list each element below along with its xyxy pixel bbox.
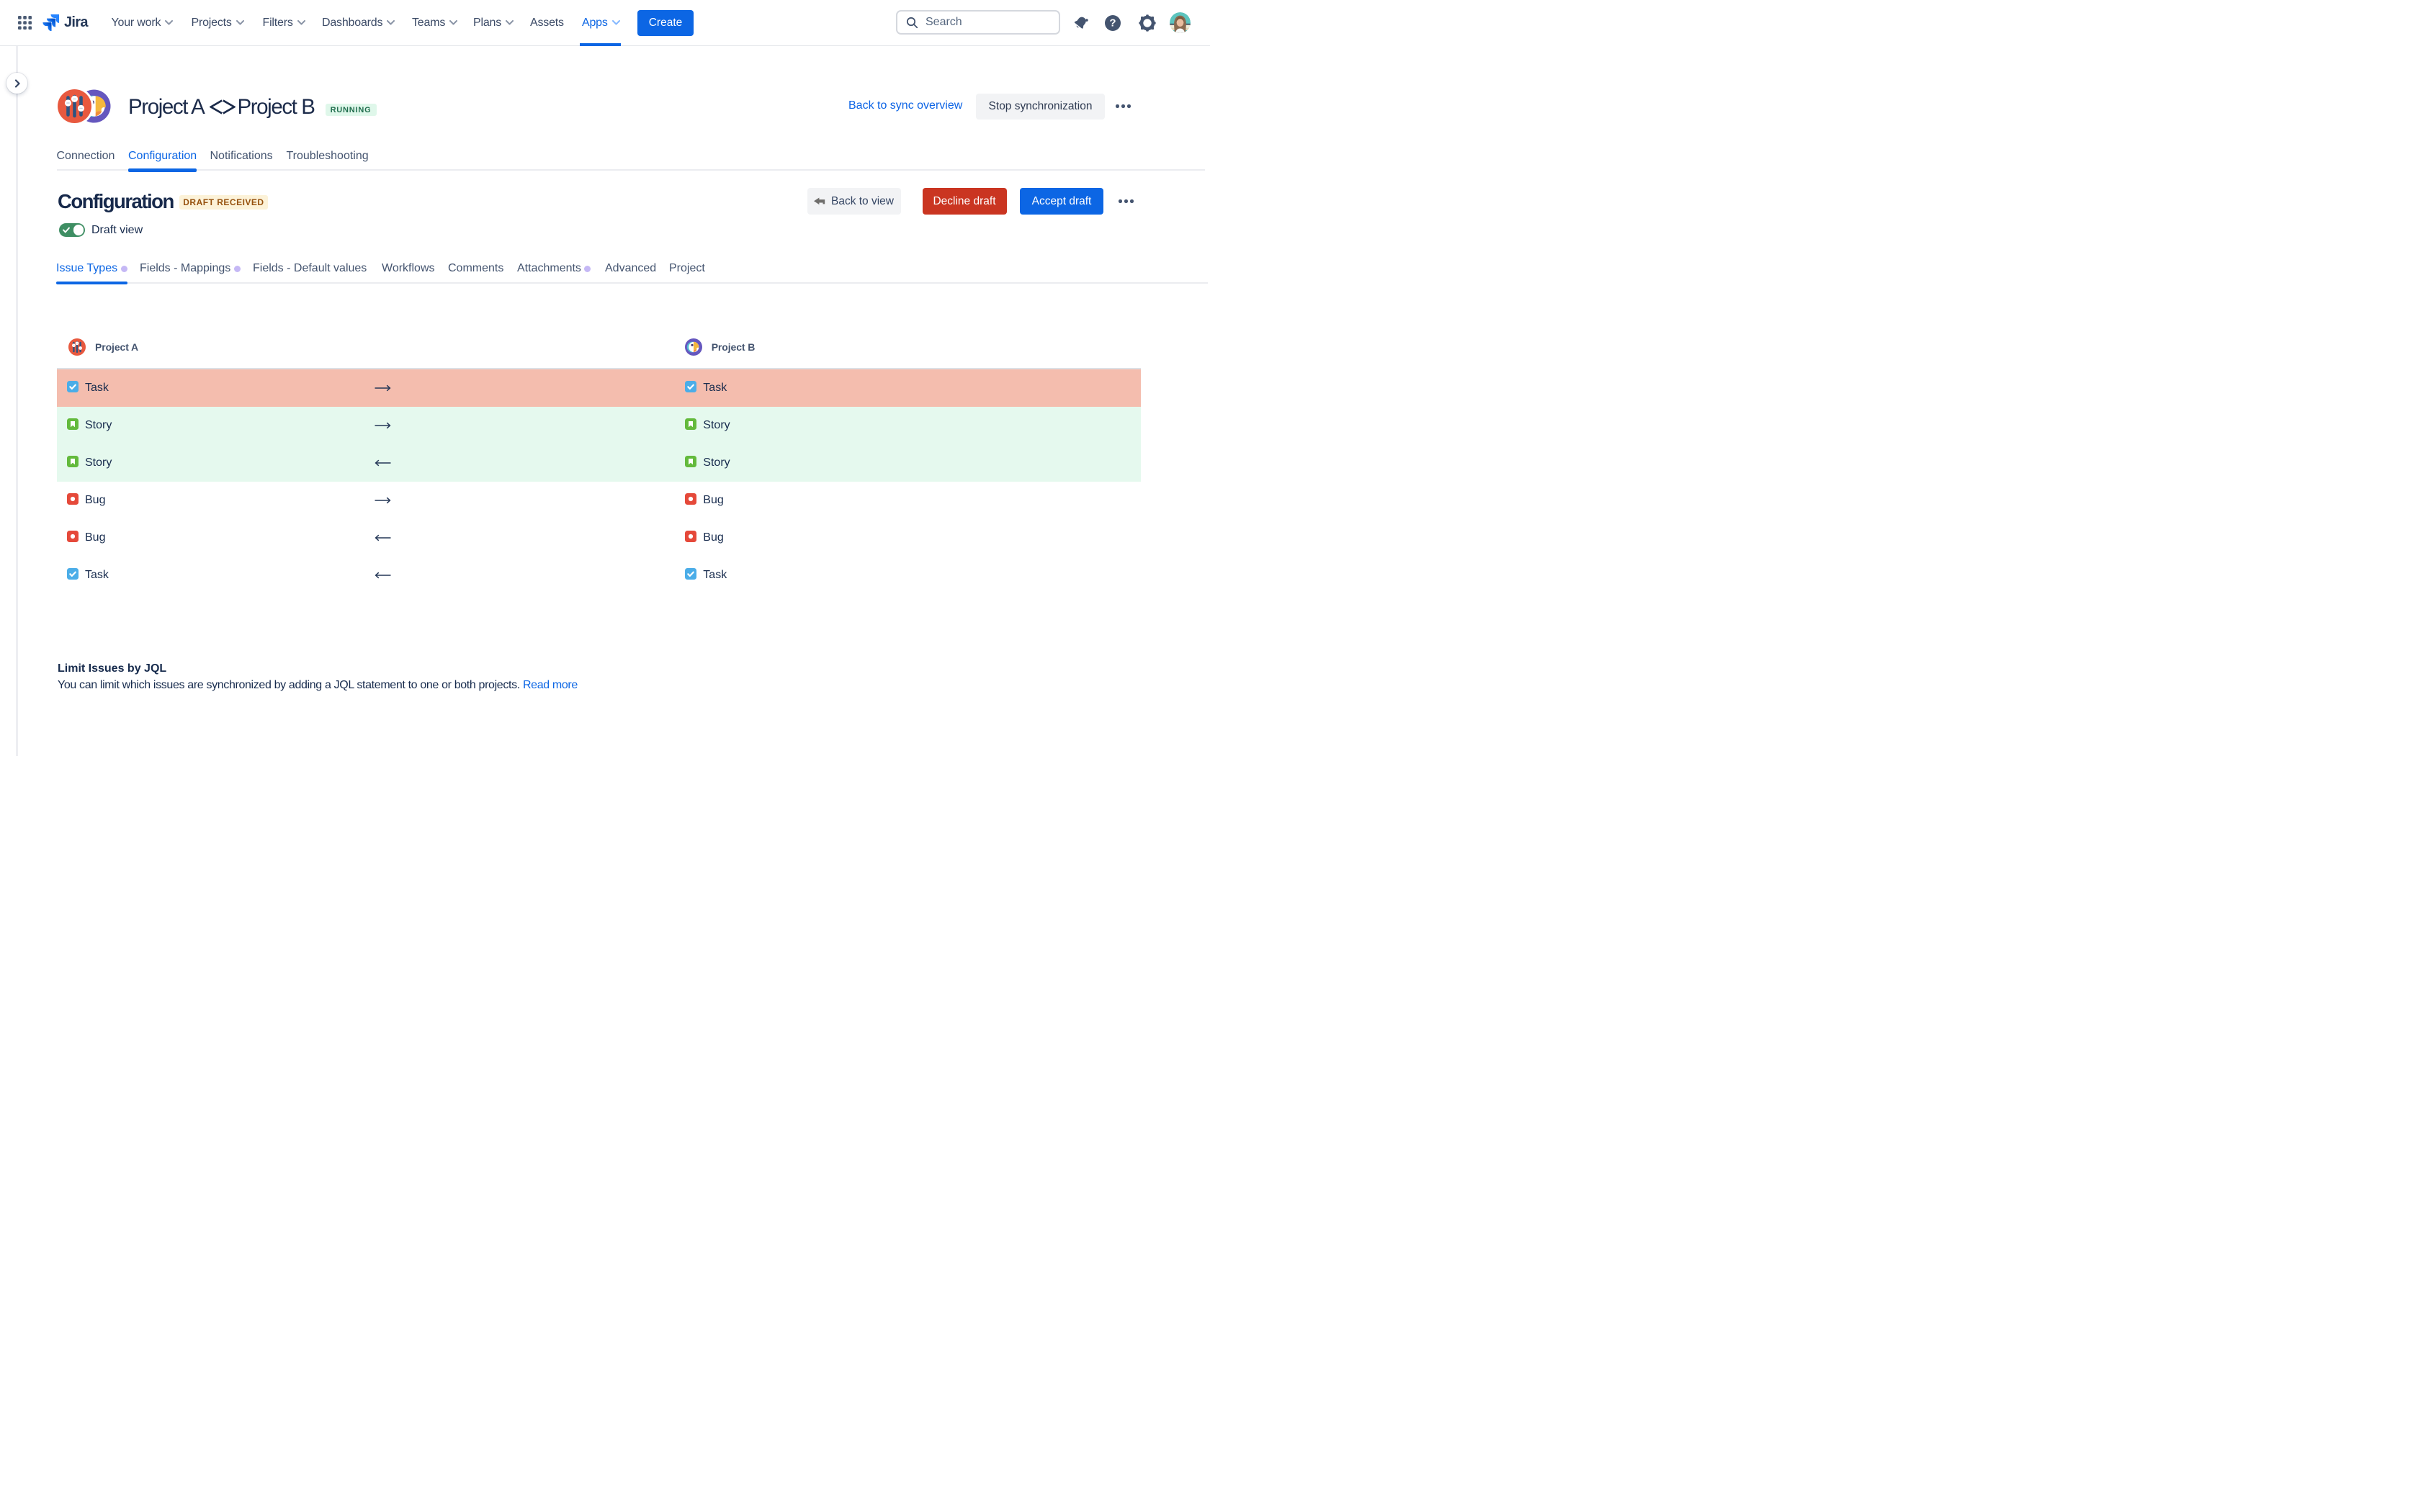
svg-text:?: ?	[1109, 17, 1116, 30]
